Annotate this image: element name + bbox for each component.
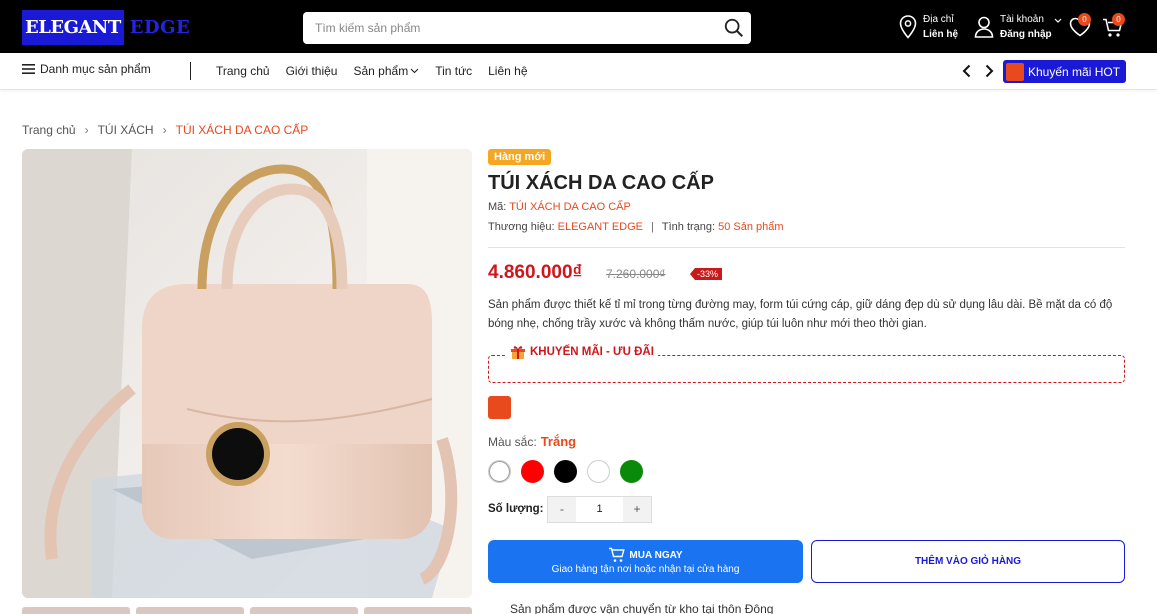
nav-contact[interactable]: Liên hệ bbox=[488, 64, 527, 78]
chevron-left-icon[interactable] bbox=[961, 64, 973, 78]
address-link[interactable]: Địa chỉ Liên hệ bbox=[899, 11, 958, 43]
thumbnail[interactable] bbox=[22, 607, 130, 614]
search-input[interactable] bbox=[303, 12, 703, 44]
product-code: Mã: TÚI XÁCH DA CAO CẤP bbox=[488, 201, 631, 213]
address-label: Địa chỉ bbox=[923, 14, 954, 25]
handbag-photo bbox=[22, 149, 472, 598]
buy-now-subtitle: Giao hàng tận nơi hoặc nhận tại cửa hàng bbox=[551, 564, 740, 575]
color-selector-label: Màu sắc: Trắng bbox=[488, 434, 576, 449]
chevron-right-icon[interactable] bbox=[983, 64, 995, 78]
variant-swatch[interactable] bbox=[488, 396, 511, 419]
thumbnail[interactable] bbox=[364, 607, 472, 614]
user-icon bbox=[974, 16, 994, 38]
color-options bbox=[488, 460, 643, 483]
quantity-stepper: - 1 + bbox=[547, 496, 652, 523]
color-option-green[interactable] bbox=[620, 460, 643, 483]
product-description: Sản phẩm được thiết kế tỉ mỉ trong từng … bbox=[488, 299, 1113, 330]
breadcrumb-home[interactable]: Trang chủ bbox=[22, 123, 76, 137]
account-value: Đăng nhập bbox=[1000, 29, 1052, 40]
promo-title: KHUYẾN MÃI - ƯU ĐÃI bbox=[530, 346, 654, 358]
wishlist-count-badge: 0 bbox=[1078, 13, 1091, 26]
breadcrumb: Trang chủ › TÚI XÁCH › TÚI XÁCH DA CAO C… bbox=[22, 123, 308, 137]
search-icon[interactable] bbox=[723, 17, 745, 39]
hot-promo-button[interactable]: Khuyến mãi HOT bbox=[1003, 60, 1126, 83]
product-brand-status: Thương hiệu: ELEGANT EDGE | Tình trạng: 50… bbox=[488, 221, 784, 233]
new-badge: Hàng mới bbox=[488, 149, 552, 165]
brand-value[interactable]: ELEGANT EDGE bbox=[558, 221, 643, 233]
color-label: Màu sắc: bbox=[488, 435, 537, 449]
selected-color: Trắng bbox=[540, 434, 577, 449]
logo-part1: ELEGANT bbox=[22, 10, 124, 45]
buy-now-label: MUA NGAY bbox=[629, 549, 683, 561]
chevron-down-icon bbox=[410, 68, 419, 74]
address-value: Liên hệ bbox=[923, 29, 959, 40]
menu-icon bbox=[22, 64, 35, 74]
thumbnail[interactable] bbox=[250, 607, 358, 614]
color-option-white[interactable] bbox=[488, 460, 511, 483]
product-title: TÚI XÁCH DA CAO CẤP bbox=[488, 172, 714, 194]
current-price: 4.860.000₫ bbox=[488, 262, 583, 283]
location-pin-icon bbox=[899, 15, 917, 39]
status-label: Tình trạng: bbox=[661, 221, 716, 233]
logo-part2: EDGE bbox=[129, 17, 191, 38]
category-menu-button[interactable]: Danh mục sản phẩm bbox=[22, 62, 151, 76]
cart-icon bbox=[609, 547, 626, 562]
quantity-label: Số lượng: bbox=[488, 503, 544, 515]
account-label: Tài khoản bbox=[1000, 14, 1044, 25]
old-price: 7.260.000₫ bbox=[606, 267, 666, 281]
quantity-decrease-button[interactable]: - bbox=[548, 497, 576, 522]
thumbnail[interactable] bbox=[136, 607, 244, 614]
promo-arrows bbox=[961, 64, 1005, 78]
code-label: Mã: bbox=[488, 201, 507, 213]
gift-icon bbox=[511, 346, 525, 359]
nav-home[interactable]: Trang chủ bbox=[216, 64, 270, 78]
gift-icon bbox=[1006, 62, 1024, 81]
category-menu-label: Danh mục sản phẩm bbox=[40, 62, 151, 76]
thumbnail-strip bbox=[22, 607, 472, 614]
divider: | bbox=[651, 221, 654, 233]
nav-news[interactable]: Tin tức bbox=[435, 64, 472, 78]
nav-products-label: Sản phẩm bbox=[353, 64, 409, 78]
logo[interactable]: ELEGANT EDGE bbox=[22, 10, 190, 45]
cart-count-badge: 0 bbox=[1112, 13, 1125, 26]
chevron-down-icon bbox=[1054, 18, 1062, 23]
color-option-red[interactable] bbox=[521, 460, 544, 483]
search-bar bbox=[303, 12, 751, 44]
nav-links: Trang chủ Giới thiệu Sản phẩm Tin tức Li… bbox=[216, 64, 544, 78]
main-nav: Danh mục sản phẩm Trang chủ Giới thiệu S… bbox=[0, 53, 1157, 90]
status-value: 50 Sản phẩm bbox=[718, 221, 784, 233]
breadcrumb-category[interactable]: TÚI XÁCH bbox=[98, 123, 154, 137]
quantity-input[interactable]: 1 bbox=[576, 497, 623, 522]
hot-promo-label: Khuyến mãi HOT bbox=[1028, 64, 1121, 79]
product-image[interactable] bbox=[22, 149, 472, 598]
breadcrumb-current: TÚI XÁCH DA CAO CẤP bbox=[175, 123, 309, 137]
nav-about[interactable]: Giới thiệu bbox=[286, 64, 338, 78]
breadcrumb-separator-icon: › bbox=[84, 123, 89, 137]
top-header: ELEGANT EDGE Địa chỉ Liên hệ Tài khoản Đăn… bbox=[0, 0, 1157, 53]
nav-divider bbox=[190, 62, 191, 80]
breadcrumb-separator-icon: › bbox=[162, 123, 167, 137]
promo-header: KHUYẾN MÃI - ƯU ĐÃI bbox=[506, 344, 658, 360]
quantity-increase-button[interactable]: + bbox=[623, 497, 651, 522]
nav-products[interactable]: Sản phẩm bbox=[353, 64, 419, 78]
discount-badge: -33% bbox=[690, 268, 723, 280]
color-option-white-2[interactable] bbox=[587, 460, 610, 483]
account-link[interactable]: Tài khoản Đăng nhập bbox=[974, 11, 1062, 43]
color-option-black[interactable] bbox=[554, 460, 577, 483]
buy-now-button[interactable]: MUA NGAY Giao hàng tận nơi hoặc nhận tại… bbox=[488, 540, 803, 583]
brand-label: Thương hiệu: bbox=[488, 221, 555, 233]
divider-line bbox=[488, 247, 1125, 248]
add-to-cart-button[interactable]: THÊM VÀO GIỎ HÀNG bbox=[811, 540, 1125, 583]
code-value: TÚI XÁCH DA CAO CẤP bbox=[509, 201, 631, 213]
shipping-note: Sản phẩm được vận chuyển từ kho tại thôn… bbox=[510, 602, 774, 614]
